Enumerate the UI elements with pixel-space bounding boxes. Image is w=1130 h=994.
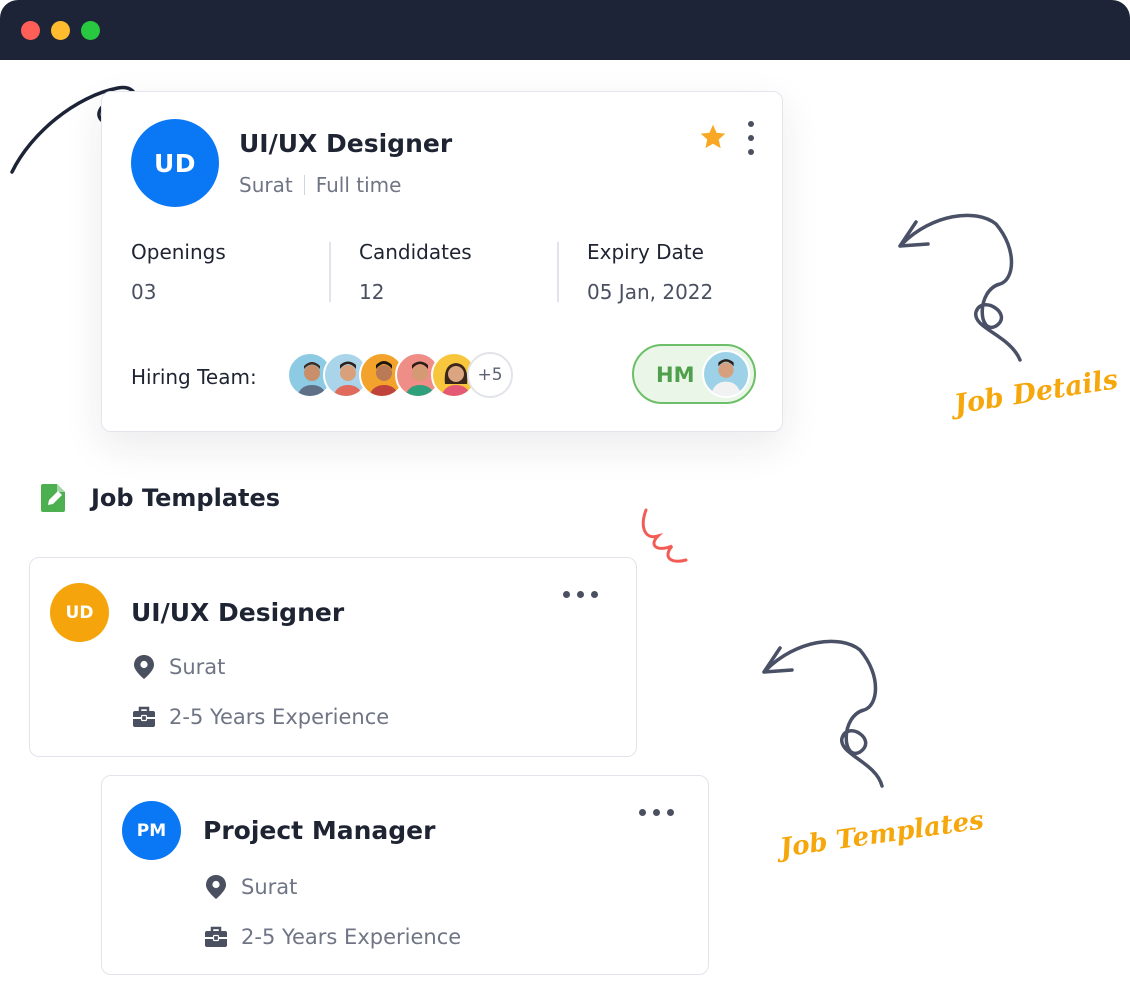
template-avatar: PM bbox=[122, 801, 181, 860]
template-experience: 2-5 Years Experience bbox=[131, 704, 389, 730]
hiring-manager-chip[interactable]: HM bbox=[632, 344, 756, 404]
stat-label: Candidates bbox=[359, 240, 472, 264]
location-pin-icon bbox=[131, 654, 157, 680]
curly-arrow-decoration bbox=[898, 213, 1022, 362]
stat-divider bbox=[329, 242, 331, 302]
maximize-window-button[interactable] bbox=[81, 21, 100, 40]
template-title: UI/UX Designer bbox=[131, 598, 345, 627]
job-templates-annotation: Job Templates bbox=[778, 805, 986, 864]
template-location-text: Surat bbox=[169, 655, 226, 679]
job-avatar: UD bbox=[131, 119, 219, 207]
job-employment-type: Full time bbox=[315, 173, 402, 197]
job-template-card[interactable]: PM Project Manager Surat 2-5 Years Exper… bbox=[101, 775, 709, 975]
hiring-team-label: Hiring Team: bbox=[131, 365, 257, 389]
job-details-annotation: Job Details bbox=[952, 364, 1121, 421]
more-team-members-badge[interactable]: +5 bbox=[467, 352, 513, 398]
squiggle-decoration bbox=[641, 508, 688, 563]
more-vertical-icon[interactable] bbox=[744, 121, 758, 155]
template-experience: 2-5 Years Experience bbox=[203, 924, 461, 950]
hiring-manager-avatar bbox=[702, 350, 750, 398]
template-experience-text: 2-5 Years Experience bbox=[241, 925, 462, 949]
stat-label: Openings bbox=[131, 240, 226, 264]
template-avatar: UD bbox=[50, 583, 109, 642]
template-location: Surat bbox=[131, 654, 225, 680]
job-title: UI/UX Designer bbox=[239, 129, 453, 158]
template-title: Project Manager bbox=[203, 816, 436, 845]
job-template-card[interactable]: UD UI/UX Designer Surat 2-5 Years Experi… bbox=[29, 557, 637, 757]
job-meta: Surat Full time bbox=[239, 173, 401, 197]
stat-value: 05 Jan, 2022 bbox=[587, 280, 714, 304]
stat-value: 03 bbox=[131, 280, 157, 304]
stat-divider bbox=[557, 242, 559, 302]
stat-expiry-date: Expiry Date 05 Jan, 2022 bbox=[587, 240, 787, 304]
hiring-manager-initials: HM bbox=[656, 363, 695, 387]
template-location-text: Surat bbox=[241, 875, 298, 899]
minimize-window-button[interactable] bbox=[51, 21, 70, 40]
job-detail-card[interactable]: UD UI/UX Designer Surat Full time Openin… bbox=[101, 91, 783, 432]
stat-label: Expiry Date bbox=[587, 240, 704, 264]
location-pin-icon bbox=[203, 874, 229, 900]
star-icon[interactable] bbox=[698, 122, 728, 152]
job-templates-header: Job Templates bbox=[39, 482, 280, 514]
template-experience-text: 2-5 Years Experience bbox=[169, 705, 390, 729]
more-horizontal-icon[interactable] bbox=[563, 591, 598, 598]
job-location: Surat bbox=[239, 173, 293, 197]
document-edit-icon bbox=[41, 484, 65, 512]
section-title: Job Templates bbox=[91, 484, 281, 512]
stat-openings: Openings 03 bbox=[131, 240, 331, 304]
title-bar bbox=[0, 0, 1130, 60]
template-location: Surat bbox=[203, 874, 297, 900]
briefcase-icon bbox=[131, 704, 157, 730]
stat-value: 12 bbox=[359, 280, 385, 304]
briefcase-icon bbox=[203, 924, 229, 950]
stat-candidates: Candidates 12 bbox=[359, 240, 559, 304]
meta-divider bbox=[303, 175, 305, 195]
more-horizontal-icon[interactable] bbox=[639, 809, 674, 816]
close-window-button[interactable] bbox=[21, 21, 40, 40]
curly-arrow-decoration bbox=[762, 639, 884, 788]
app-window: UD UI/UX Designer Surat Full time Openin… bbox=[0, 0, 1130, 994]
